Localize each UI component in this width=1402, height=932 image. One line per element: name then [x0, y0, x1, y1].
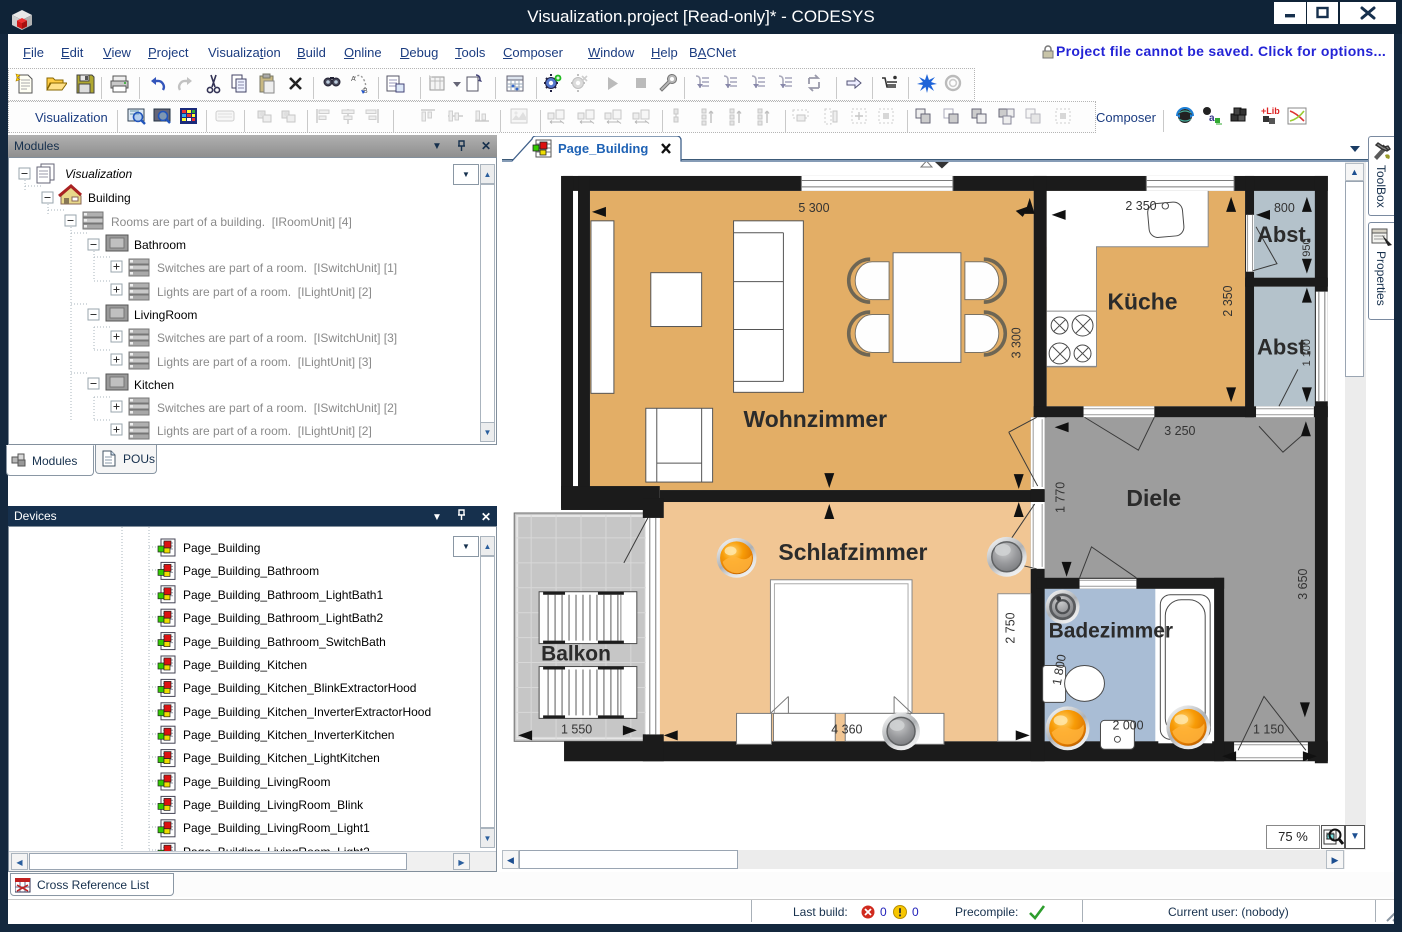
svg-text:1 100: 1 100: [1301, 339, 1313, 366]
svg-text:Switches are part of a room.: Switches are part of a room. [ISwitchUni…: [157, 401, 397, 415]
svg-text:Page_Building_LivingRoom_Blink: Page_Building_LivingRoom_Blink: [183, 798, 364, 812]
svg-text:Page_Building_Bathroom_LightBa: Page_Building_Bathroom_LightBath1: [183, 588, 383, 602]
svg-text:Page_Building_Kitchen: Page_Building_Kitchen: [183, 658, 307, 672]
svg-text:Visualization: Visualization: [65, 167, 132, 181]
svg-text:950: 950: [1301, 238, 1313, 256]
svg-text:Schlafzimmer: Schlafzimmer: [778, 539, 927, 565]
svg-text:5 300: 5 300: [798, 201, 829, 215]
svg-text:Switches are part of a room.: Switches are part of a room. [ISwitchUni…: [157, 261, 397, 275]
svg-text:4 360: 4 360: [831, 722, 862, 736]
svg-text:Diele: Diele: [1126, 485, 1181, 511]
svg-text:Page_Building_LivingRoom_Light: Page_Building_LivingRoom_Light1: [183, 821, 370, 835]
svg-text:Badezimmer: Badezimmer: [1049, 620, 1173, 643]
svg-text:LivingRoom: LivingRoom: [134, 308, 197, 322]
svg-text:a: a: [1209, 113, 1215, 124]
svg-text:Page_Building_Bathroom: Page_Building_Bathroom: [183, 564, 319, 578]
svg-text:Switches are part of a room.: Switches are part of a room. [ISwitchUni…: [157, 331, 397, 345]
svg-text:A: A: [351, 76, 356, 83]
svg-text:1 150: 1 150: [1253, 722, 1284, 736]
svg-text:Page_Building_Kitchen_Inverter: Page_Building_Kitchen_InverterExtractorH…: [183, 705, 431, 719]
svg-text:800: 800: [1274, 201, 1295, 215]
svg-text:Page_Building: Page_Building: [558, 141, 648, 156]
svg-text:Lights are part of a room. [I: Lights are part of a room. [ILightUnit] …: [157, 285, 372, 299]
svg-text:Lights are part of a room. [I: Lights are part of a room. [ILightUnit] …: [157, 355, 372, 369]
svg-text:Lights are part of a room. [I: Lights are part of a room. [ILightUnit] …: [157, 424, 372, 438]
svg-text:Küche: Küche: [1107, 289, 1177, 315]
svg-text:Page_Building_Bathroom_LightBa: Page_Building_Bathroom_LightBath2: [183, 611, 383, 625]
svg-text:2 000: 2 000: [1112, 718, 1143, 732]
svg-text:Balkon: Balkon: [541, 643, 611, 666]
svg-text:+Lib: +Lib: [1261, 106, 1280, 116]
svg-text:1 550: 1 550: [561, 722, 592, 736]
svg-text:3 250: 3 250: [1164, 424, 1195, 438]
svg-text:Building: Building: [88, 191, 131, 205]
svg-text:Page_Building_Bathroom_SwitchB: Page_Building_Bathroom_SwitchBath: [183, 635, 386, 649]
svg-text:2 350: 2 350: [1125, 199, 1156, 213]
svg-text:1 770: 1 770: [1054, 482, 1068, 513]
svg-text:Page_Building_Kitchen_LightKit: Page_Building_Kitchen_LightKitchen: [183, 751, 380, 765]
svg-text:Page_Building: Page_Building: [183, 541, 260, 555]
svg-text:2 750: 2 750: [1004, 612, 1018, 643]
svg-text:Kitchen: Kitchen: [134, 378, 174, 392]
svg-text:Wohnzimmer: Wohnzimmer: [744, 406, 888, 432]
svg-text:Page_Building_LivingRoom: Page_Building_LivingRoom: [183, 775, 330, 789]
svg-text:2 350: 2 350: [1221, 285, 1235, 316]
svg-text:Page_Building_Kitchen_BlinkExt: Page_Building_Kitchen_BlinkExtractorHood: [183, 681, 416, 695]
svg-text:Bathroom: Bathroom: [134, 238, 186, 252]
svg-text:3 650: 3 650: [1296, 568, 1310, 599]
svg-text:3 300: 3 300: [1010, 327, 1024, 358]
svg-text:Rooms are part of a building.: Rooms are part of a building. [IRoomUnit…: [111, 215, 352, 229]
svg-text:Page_Building_Kitchen_Inverter: Page_Building_Kitchen_InverterKitchen: [183, 728, 394, 742]
